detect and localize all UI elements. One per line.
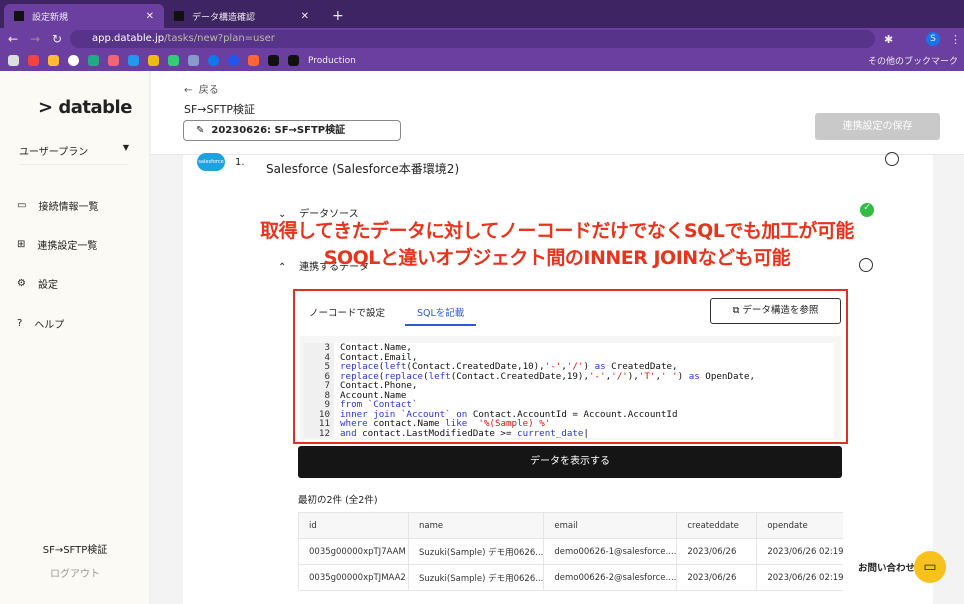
logo: > datable [38, 97, 132, 118]
flow-icon: ⊞ [17, 239, 26, 250]
back-link[interactable]: ← 戻る [184, 81, 219, 96]
menu-icon[interactable]: ⋮ [950, 33, 961, 46]
caret-down-icon: ▼ [122, 143, 129, 152]
current-task[interactable]: SF→SFTP検証 [0, 541, 150, 556]
sql-code: Contact.Name, Contact.Email, replace(lef… [340, 342, 756, 439]
folder-icon: ▭ [17, 200, 27, 211]
annotation-line-1: 取得してきたデータに対してノーコードだけでなくSQLでも加工が可能 [260, 220, 854, 242]
result-summary: 最初の2件 (全2件) [298, 495, 378, 506]
table-cell: 2023/06/26 [676, 564, 758, 591]
table-cell: demo00626-2@salesforce.... [543, 564, 678, 591]
page-title: SF→SFTP検証 [184, 103, 255, 116]
step-number: 1. [235, 157, 245, 168]
google-icon[interactable] [68, 55, 79, 66]
table-cell: demo00626-1@salesforce.... [543, 538, 678, 565]
extensions-icon[interactable]: ✱ [884, 33, 893, 46]
thumbs-icon[interactable] [48, 55, 59, 66]
sidebar-item-integrations[interactable]: ⊞ 連携設定一覧 [17, 237, 97, 252]
bookmark-icon[interactable] [188, 55, 199, 66]
logout-link[interactable]: ログアウト [0, 565, 150, 580]
line-number: 12 [318, 427, 330, 439]
result-table-wrap[interactable]: id name email createddate opendate 0035g0000… [298, 512, 843, 591]
new-tab-button[interactable]: + [322, 4, 354, 28]
show-data-button[interactable]: データを表示する [298, 446, 842, 478]
table-header: id name email createddate opendate [298, 512, 843, 539]
source-name: Salesforce (Salesforce本番環境2) [266, 162, 460, 176]
close-icon[interactable]: ✕ [146, 11, 154, 22]
forward-icon[interactable]: → [30, 32, 40, 46]
gmail-icon[interactable] [28, 55, 39, 66]
pencil-icon: ✎ [196, 125, 205, 136]
bookmark-production[interactable]: Production [308, 56, 356, 66]
address-bar: ← → ↻ app.datable.jp/tasks/new?plan=user… [0, 28, 964, 50]
table-cell: 0035g00000xpTJMAA2 [298, 564, 409, 591]
bookmark-icon[interactable] [8, 55, 19, 66]
line-numbers: 3 4 5 6 7 8 9 10 11 12 [304, 343, 334, 438]
view-structure-button[interactable]: ⧉ データ構造を参照 [710, 298, 841, 324]
reload-icon[interactable]: ↻ [52, 32, 62, 46]
task-name-input[interactable]: ✎ 20230626: SF→SFTP検証 [183, 120, 401, 141]
result-table: id name email createddate opendate 0035g0000… [298, 512, 843, 591]
url-host: app.datable.jp [92, 33, 165, 44]
column-header[interactable]: id [298, 512, 409, 539]
tab-sql[interactable]: SQLを記載 [405, 305, 477, 326]
table-cell: Suzuki(Sample) デモ用0626... [407, 538, 545, 565]
sidebar-item-help[interactable]: ? ヘルプ [17, 316, 64, 331]
datable-favicon-icon [288, 55, 299, 66]
browser-tabbar: 設定新規 ✕ データ構造確認 ✕ + [0, 0, 964, 28]
column-header[interactable]: name [407, 512, 545, 539]
help-icon: ? [17, 318, 23, 329]
save-button[interactable]: 連携設定の保存 [815, 113, 940, 140]
table-cell: 2023/06/26 [676, 538, 758, 565]
table-cell: 2023/06/26 02:19:06 [756, 538, 843, 565]
table-cell: 2023/06/26 02:19:34 [756, 564, 843, 591]
bookmark-icon[interactable] [228, 55, 239, 66]
other-bookmarks[interactable]: その他のブックマーク [868, 54, 958, 67]
external-link-icon: ⧉ [732, 305, 740, 316]
table-cell: 0035g00000xpTJ7AAM [298, 538, 409, 565]
back-icon[interactable]: ← [8, 32, 18, 46]
sql-editor[interactable]: 3 4 5 6 7 8 9 10 11 12 Contact.Name, Contact.Emai… [304, 343, 834, 438]
figma-icon[interactable] [248, 55, 259, 66]
page-header: ← 戻る SF→SFTP検証 ✎ 20230626: SF→SFTP検証 連携設… [151, 71, 964, 155]
asana-icon[interactable] [108, 55, 119, 66]
profile-avatar[interactable]: S [926, 32, 940, 46]
sidebar: > datable ユーザープラン ▼ ▭ 接続情報一覧 ⊞ 連携設定一覧 ⚙ 設定 ?… [0, 71, 150, 604]
salesforce-icon[interactable] [128, 55, 139, 66]
url-input[interactable]: app.datable.jp/tasks/new?plan=user [70, 30, 875, 48]
sidebar-item-settings[interactable]: ⚙ 設定 [17, 276, 58, 291]
chat-icon[interactable]: ▭ [914, 551, 946, 583]
table-cell: Suzuki(Sample) デモ用0626... [407, 564, 545, 591]
table-row: 0035g00000xpTJMAA2 Suzuki(Sample) デモ用0626… [298, 564, 843, 591]
check-icon: ✓ [860, 203, 874, 217]
annotation-line-2: SOQLと違いオブジェクト間のINNER JOINなども可能 [323, 247, 791, 269]
step-radio[interactable] [885, 152, 899, 166]
drive-icon[interactable] [88, 55, 99, 66]
datable-favicon-icon [14, 11, 24, 21]
bookmarks-bar: Production その他のブックマーク [0, 50, 964, 71]
facebook-icon[interactable] [208, 55, 219, 66]
slack-icon[interactable] [168, 55, 179, 66]
sidebar-item-connections[interactable]: ▭ 接続情報一覧 [17, 198, 98, 213]
salesforce-logo: salesforce [197, 153, 225, 171]
table-row: 0035g00000xpTJ7AAM Suzuki(Sample) デモ用0626… [298, 538, 843, 565]
close-icon[interactable]: ✕ [301, 11, 309, 22]
datable-favicon-icon [174, 11, 184, 21]
column-header[interactable]: createddate [676, 512, 758, 539]
tab-nocode[interactable]: ノーコードで設定 [309, 305, 385, 319]
datable-favicon-icon[interactable] [268, 55, 279, 66]
plan-select[interactable]: ユーザープラン ▼ [19, 143, 129, 165]
column-header[interactable]: email [543, 512, 678, 539]
contact-label[interactable]: お問い合わせ [858, 560, 915, 574]
tab-settings-new[interactable]: 設定新規 ✕ [4, 4, 164, 28]
tab-data-structure[interactable]: データ構造確認 ✕ [164, 4, 319, 28]
gear-icon: ⚙ [17, 278, 26, 289]
column-header[interactable]: opendate [756, 512, 843, 539]
miro-icon[interactable] [148, 55, 159, 66]
